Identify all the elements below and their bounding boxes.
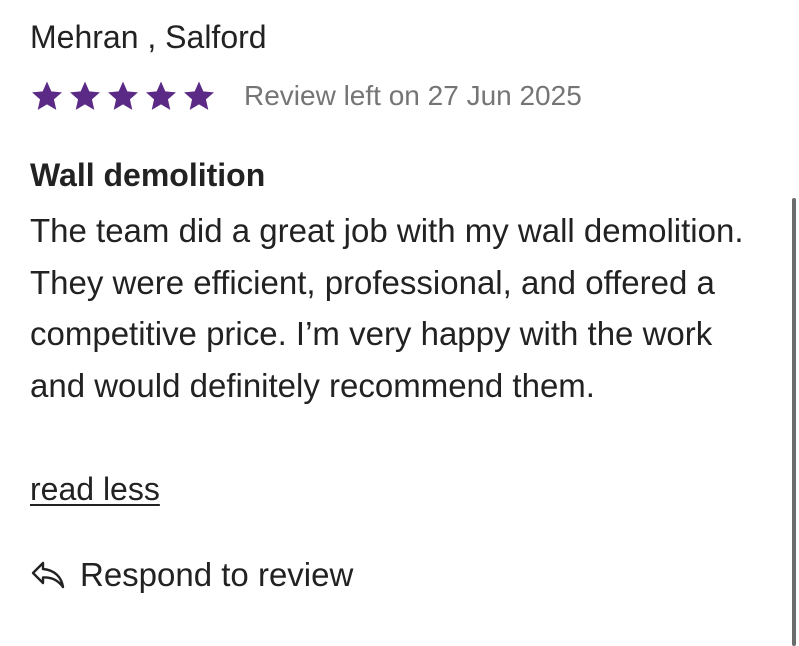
read-less-link[interactable]: read less (30, 464, 160, 514)
reviewer-name: Mehran , Salford (30, 19, 267, 55)
review-date: Review left on 27 Jun 2025 (244, 80, 582, 111)
rating-row: Review left on 27 Jun 2025 (30, 76, 582, 116)
star-icon (108, 81, 138, 110)
star-icon (32, 81, 62, 110)
review-title: Wall demolition (30, 157, 266, 193)
star-icon (146, 81, 176, 110)
reply-arrow-icon (31, 561, 65, 589)
star-rating (30, 79, 216, 113)
respond-label: Respond to review (80, 556, 354, 593)
review-card: Mehran , Salford Review left on 27 Jun 2… (30, 0, 770, 646)
respond-to-review-button[interactable]: Respond to review (30, 552, 353, 598)
scrollbar[interactable] (792, 198, 796, 646)
review-body: The team did a great job with my wall de… (30, 212, 744, 404)
star-icon (70, 81, 100, 110)
star-icon (184, 81, 214, 110)
